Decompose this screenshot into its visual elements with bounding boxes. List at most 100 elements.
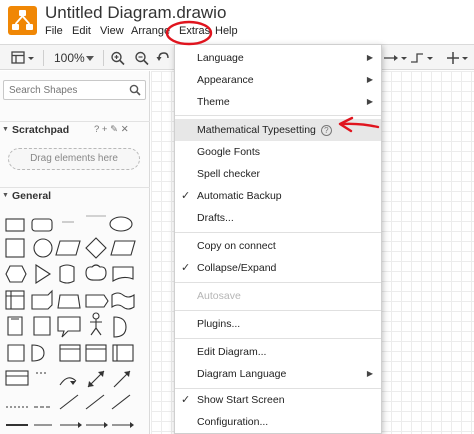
menu-item-label: Mathematical Typesetting bbox=[197, 124, 316, 136]
collapse-arrow-icon: ▼ bbox=[2, 192, 9, 199]
menu-view[interactable]: View bbox=[100, 25, 124, 37]
line-shape-2 bbox=[85, 394, 105, 410]
submenu-arrow-icon: ▶ bbox=[366, 53, 373, 62]
menu-item-appearance[interactable]: Appearance ▶ bbox=[175, 69, 381, 91]
process-shape bbox=[7, 344, 25, 362]
menu-item-theme[interactable]: Theme ▶ bbox=[175, 91, 381, 113]
menu-item-collapse-expand[interactable]: ✓ Collapse/Expand bbox=[175, 257, 381, 279]
panel-layout-icon bbox=[11, 51, 34, 64]
submenu-arrow-icon: ▶ bbox=[366, 97, 373, 106]
document-shape bbox=[112, 266, 134, 282]
document-title[interactable]: Untitled Diagram.drawio bbox=[45, 3, 226, 23]
delay-shape bbox=[31, 344, 45, 362]
scratchpad-header[interactable]: ▼ Scratchpad ? + ✎ ✕ bbox=[0, 121, 150, 139]
checkmark-icon: ✓ bbox=[181, 190, 191, 202]
menu-item-mathematical-typesetting[interactable]: Mathematical Typesetting? bbox=[175, 119, 381, 141]
zoom-out-button[interactable] bbox=[134, 49, 150, 67]
parallelogram-shape bbox=[55, 240, 81, 256]
general-shapes-palette[interactable] bbox=[0, 211, 150, 434]
zoom-value: 100% bbox=[54, 51, 85, 65]
general-header[interactable]: ▼ General bbox=[0, 187, 150, 205]
menu-item-spell-checker[interactable]: Spell checker bbox=[175, 163, 381, 185]
toolbar-separator bbox=[103, 50, 104, 66]
waypoint-style-button[interactable] bbox=[410, 49, 436, 67]
line-shape bbox=[59, 394, 79, 410]
menu-item-language[interactable]: Language ▶ bbox=[175, 47, 381, 69]
menu-item-plugins[interactable]: Plugins... bbox=[175, 313, 381, 335]
cloud-shape bbox=[85, 264, 107, 281]
arrow-connector-icon bbox=[384, 55, 407, 61]
submenu-arrow-icon: ▶ bbox=[366, 75, 373, 84]
parallelogram-shape-2 bbox=[110, 240, 136, 256]
menu-item-copy-on-connect[interactable]: Copy on connect bbox=[175, 235, 381, 257]
zoom-in-button[interactable] bbox=[110, 49, 126, 67]
checkmark-icon: ✓ bbox=[181, 262, 191, 274]
menu-item-show-start-screen[interactable]: ✓ Show Start Screen bbox=[175, 389, 381, 411]
menu-separator bbox=[175, 282, 381, 283]
card-shape bbox=[33, 316, 51, 336]
extras-menu: Language ▶ Appearance ▶ Theme ▶ Mathemat… bbox=[174, 44, 382, 434]
step-shape bbox=[85, 294, 109, 308]
connector-style-button[interactable] bbox=[384, 49, 410, 67]
menu-item-drafts[interactable]: Drafts... bbox=[175, 207, 381, 229]
chevron-down-icon bbox=[86, 56, 94, 61]
callout-shape bbox=[57, 316, 81, 338]
undo-button[interactable] bbox=[156, 49, 170, 67]
internal-storage-shape bbox=[5, 290, 25, 310]
menu-separator bbox=[175, 310, 381, 311]
container-shape bbox=[59, 344, 81, 362]
menu-item-autosave: Autosave bbox=[197, 290, 241, 302]
diamond-shape bbox=[85, 237, 107, 259]
menu-item-configuration[interactable]: Configuration... bbox=[175, 411, 381, 433]
shapes-sidebar: ▼ Scratchpad ? + ✎ ✕ Drag elements here … bbox=[0, 71, 150, 434]
waypoint-icon bbox=[411, 53, 433, 63]
menu-separator bbox=[175, 115, 381, 116]
undo-icon bbox=[156, 52, 169, 61]
list-shape bbox=[85, 344, 107, 362]
scratchpad-tools[interactable]: ? + ✎ ✕ bbox=[94, 124, 129, 135]
actor-shape bbox=[92, 312, 100, 320]
general-title: General bbox=[12, 190, 52, 202]
menu-edit[interactable]: Edit bbox=[72, 25, 91, 37]
tape-shape bbox=[111, 292, 135, 310]
zoom-in-icon bbox=[111, 51, 125, 66]
menu-file[interactable]: File bbox=[45, 25, 63, 37]
zoom-out-icon bbox=[135, 51, 149, 66]
format-panel-button[interactable] bbox=[10, 49, 36, 67]
trapezoid-shape bbox=[57, 294, 81, 309]
rounded-rectangle-shape bbox=[31, 218, 53, 232]
search-shapes-input[interactable] bbox=[3, 80, 146, 100]
menu-help[interactable]: Help bbox=[215, 25, 238, 37]
plus-icon bbox=[447, 52, 468, 64]
zoom-select[interactable]: 100% bbox=[54, 49, 96, 67]
drawio-logo-icon bbox=[12, 10, 33, 30]
square-shape bbox=[5, 238, 25, 258]
toolbar-separator bbox=[43, 50, 44, 66]
swimlane-shape bbox=[112, 344, 134, 362]
menu-extras[interactable]: Extras bbox=[179, 25, 210, 37]
menu-item-automatic-backup[interactable]: ✓ Automatic Backup bbox=[175, 185, 381, 207]
search-icon[interactable] bbox=[129, 84, 141, 96]
line-shape-3 bbox=[111, 394, 131, 410]
collapse-arrow-icon: ▼ bbox=[2, 126, 9, 133]
checkmark-icon: ✓ bbox=[181, 394, 191, 406]
menu-arrange[interactable]: Arrange bbox=[131, 25, 170, 37]
circle-shape bbox=[33, 238, 53, 258]
note-shape bbox=[7, 316, 23, 336]
triangle-shape bbox=[35, 263, 52, 285]
submenu-arrow-icon: ▶ bbox=[366, 369, 373, 378]
help-icon[interactable]: ? bbox=[320, 125, 332, 136]
scratchpad-title: Scratchpad bbox=[12, 124, 70, 136]
menu-item-google-fonts[interactable]: Google Fonts bbox=[175, 141, 381, 163]
hexagon-shape bbox=[5, 265, 27, 283]
ellipse-shape bbox=[109, 216, 133, 232]
add-button[interactable] bbox=[446, 49, 470, 67]
drawio-logo bbox=[8, 6, 37, 35]
menu-item-edit-diagram[interactable]: Edit Diagram... bbox=[175, 341, 381, 363]
menu-item-diagram-language[interactable]: Diagram Language ▶ bbox=[175, 363, 381, 385]
scratchpad-drop-zone[interactable]: Drag elements here bbox=[8, 148, 140, 170]
cylinder-shape bbox=[59, 264, 75, 284]
cube-shape bbox=[31, 289, 53, 310]
menu-separator bbox=[175, 338, 381, 339]
rectangle-shape bbox=[5, 218, 25, 232]
